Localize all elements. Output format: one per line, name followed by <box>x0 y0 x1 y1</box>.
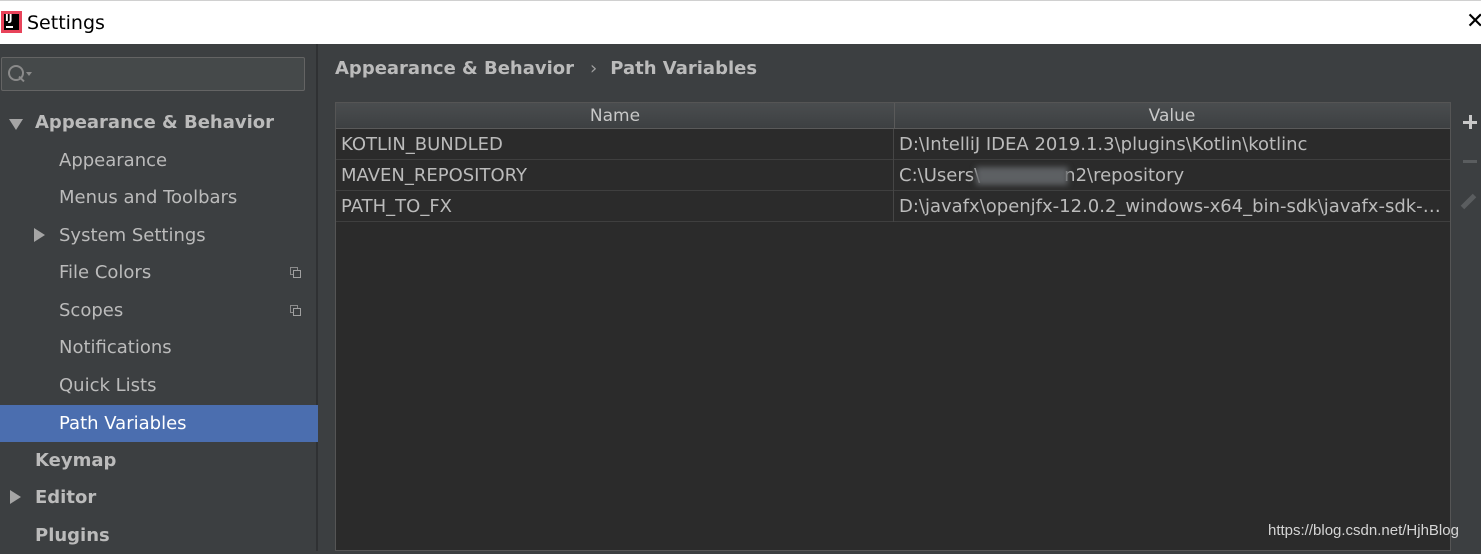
sidebar-item-path-variables[interactable]: Path Variables <box>0 405 318 442</box>
sidebar-item-label: Menus and Toolbars <box>59 187 238 208</box>
table-header: Name Value <box>336 103 1450 129</box>
breadcrumb-separator: › <box>590 58 598 79</box>
pencil-icon[interactable] <box>1460 191 1480 211</box>
sidebar-item-label: Plugins <box>35 525 110 546</box>
sidebar-item-label: Notifications <box>59 337 172 358</box>
settings-sidebar: Appearance & Behavior Appearance Menus a… <box>0 44 318 551</box>
sidebar-item-label: Path Variables <box>59 413 187 434</box>
settings-content: Appearance & Behavior › Path Variables Nam… <box>318 44 1481 551</box>
sidebar-item-label: Appearance <box>59 150 168 171</box>
breadcrumb: Appearance & Behavior › Path Variables <box>335 58 757 79</box>
sidebar-item-keymap[interactable]: Keymap <box>0 442 318 479</box>
value-prefix: C:\Users\ <box>899 165 981 186</box>
value-suffix: n2\repository <box>1064 165 1185 186</box>
sidebar-item-notifications[interactable]: Notifications <box>0 329 318 366</box>
sidebar-item-file-colors[interactable]: File Colors <box>0 254 318 291</box>
title-bar: IJ Settings ✕ <box>0 0 1481 44</box>
variable-value-cell[interactable]: D:\IntelliJ IDEA 2019.1.3\plugins\Kotlin… <box>899 129 1447 160</box>
breadcrumb-current: Path Variables <box>610 58 758 79</box>
project-level-icon <box>290 267 301 278</box>
search-input[interactable] <box>36 62 300 88</box>
sidebar-item-label: Editor <box>35 487 97 508</box>
collapsed-arrow-icon[interactable] <box>10 490 21 504</box>
collapsed-arrow-icon[interactable] <box>34 228 45 242</box>
variable-value-cell[interactable]: D:\javafx\openjfx-12.0.2_windows-x64_bin… <box>899 191 1447 222</box>
table-row[interactable]: PATH_TO_FX D:\javafx\openjfx-12.0.2_wind… <box>336 191 1450 222</box>
variable-name-cell[interactable]: MAVEN_REPOSITORY <box>341 160 889 191</box>
variable-value-cell[interactable]: C:\Users\ n2\repository <box>899 160 1447 191</box>
sidebar-item-menus-toolbars[interactable]: Menus and Toolbars <box>0 179 318 216</box>
sidebar-item-system-settings[interactable]: System Settings <box>0 217 318 254</box>
table-row[interactable]: KOTLIN_BUNDLED D:\IntelliJ IDEA 2019.1.3… <box>336 129 1450 160</box>
minus-icon[interactable] <box>1460 151 1480 171</box>
path-variables-table[interactable]: Name Value KOTLIN_BUNDLED D:\IntelliJ ID… <box>335 102 1451 551</box>
variable-name-cell[interactable]: PATH_TO_FX <box>341 191 889 222</box>
sidebar-item-label: Appearance & Behavior <box>35 112 275 133</box>
sidebar-item-label: Keymap <box>35 450 117 471</box>
search-history-dropdown-icon[interactable] <box>26 72 32 76</box>
sidebar-item-label: File Colors <box>59 262 152 283</box>
search-field[interactable] <box>1 57 305 91</box>
plus-icon[interactable] <box>1460 112 1480 132</box>
window-title: Settings <box>27 12 105 34</box>
table-row[interactable]: MAVEN_REPOSITORY C:\Users\ n2\repository <box>336 160 1450 191</box>
sidebar-item-editor[interactable]: Editor <box>0 479 318 516</box>
project-level-icon <box>290 305 301 316</box>
watermark: https://blog.csdn.net/HjhBlog <box>1268 522 1459 539</box>
breadcrumb-parent[interactable]: Appearance & Behavior <box>335 58 574 79</box>
intellij-idea-icon: IJ <box>1 11 22 33</box>
column-header-name[interactable]: Name <box>336 103 895 129</box>
sidebar-item-appearance-behavior[interactable]: Appearance & Behavior <box>0 104 318 141</box>
variable-name-cell[interactable]: KOTLIN_BUNDLED <box>341 129 889 160</box>
sidebar-item-scopes[interactable]: Scopes <box>0 292 318 329</box>
sidebar-item-label: Quick Lists <box>59 375 157 396</box>
sidebar-item-appearance[interactable]: Appearance <box>0 142 318 179</box>
expanded-arrow-icon[interactable] <box>9 119 23 130</box>
sidebar-item-quick-lists[interactable]: Quick Lists <box>0 367 318 404</box>
sidebar-item-label: Scopes <box>59 300 124 321</box>
redacted-blur <box>976 167 1069 185</box>
close-icon[interactable]: ✕ <box>1466 11 1481 33</box>
column-header-value[interactable]: Value <box>894 103 1450 129</box>
sidebar-item-plugins[interactable]: Plugins <box>0 517 318 554</box>
sidebar-item-label: System Settings <box>59 225 206 246</box>
